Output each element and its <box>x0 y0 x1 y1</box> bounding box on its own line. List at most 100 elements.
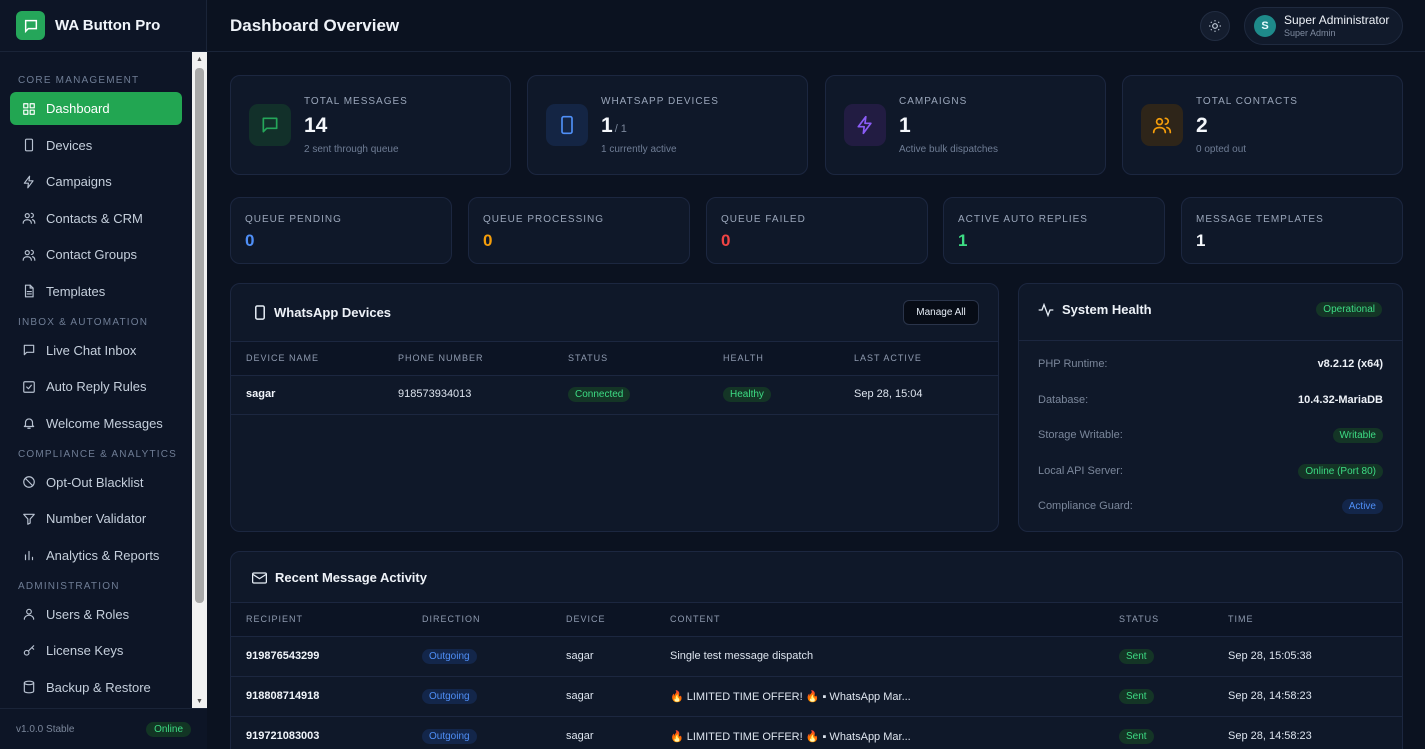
nav-section-title: COMPLIANCE & ANALYTICS <box>18 448 178 460</box>
stat-label: TOTAL CONTACTS <box>1196 96 1298 107</box>
sidebar-item-analytics-reports[interactable]: Analytics & Reports <box>10 539 182 572</box>
sidebar-item-label: Dashboard <box>46 101 110 116</box>
metric-value: 1 <box>958 231 968 250</box>
sidebar-item-backup-restore[interactable]: Backup & Restore <box>10 671 182 704</box>
sidebar-item-label: Contact Groups <box>46 247 138 262</box>
metric-label: QUEUE FAILED <box>721 214 806 225</box>
metric-label: QUEUE PROCESSING <box>483 214 605 225</box>
column-header: CONTENT <box>670 614 721 624</box>
table-row[interactable]: 918808714918 Outgoing sagar 🔥 LIMITED TIME … <box>231 677 1402 717</box>
sidebar-item-opt-out-blacklist[interactable]: Opt-Out Blacklist <box>10 466 182 499</box>
bar-chart-icon <box>24 550 34 561</box>
table-row[interactable]: 919721083003 Outgoing sagar 🔥 LIMITED TIME … <box>231 717 1402 749</box>
column-header: DEVICE <box>566 614 606 624</box>
recipient: 919721083003 <box>246 730 320 742</box>
stat-value: 1 <box>899 114 911 138</box>
sidebar-item-templates[interactable]: Templates <box>10 275 182 308</box>
sidebar-item-auto-reply-rules[interactable]: Auto Reply Rules <box>10 370 182 403</box>
sidebar-item-license-keys[interactable]: License Keys <box>10 634 182 667</box>
sidebar-item-devices[interactable]: Devices <box>10 129 182 162</box>
sidebar-item-contacts-crm[interactable]: Contacts & CRM <box>10 202 182 235</box>
theme-toggle-button[interactable] <box>1200 11 1230 41</box>
stat-number: 1 <box>601 114 613 137</box>
health-label: Storage Writable: <box>1038 429 1123 441</box>
stat-description: 2 sent through queue <box>304 144 399 155</box>
file-icon <box>24 284 34 298</box>
sidebar-item-users-roles[interactable]: Users & Roles <box>10 598 182 631</box>
stat-card-total-messages: TOTAL MESSAGES 14 2 sent through queue <box>230 75 511 175</box>
table-row[interactable]: sagar 918573934013 Connected Healthy Sep… <box>231 375 998 415</box>
nav-section-title: ADMINISTRATION <box>18 580 120 592</box>
stat-icon-box <box>844 104 886 146</box>
sidebar-item-label: Contacts & CRM <box>46 210 143 226</box>
health-value: v8.2.12 (x64) <box>1317 358 1383 370</box>
device-name: sagar <box>246 388 276 400</box>
sidebar-item-label: Analytics & Reports <box>46 547 160 563</box>
system-health-title: System Health <box>1038 302 1152 317</box>
scroll-thumb[interactable] <box>195 68 204 603</box>
sidebar-item-contact-groups[interactable]: Contact Groups <box>10 238 182 271</box>
stat-card-campaigns: CAMPAIGNS 1 Active bulk dispatches <box>825 75 1106 175</box>
users-icon <box>22 212 36 224</box>
scroll-down-arrow-icon[interactable]: ▼ <box>192 694 207 708</box>
stat-value: 2 <box>1196 114 1208 138</box>
sidebar-item-number-validator[interactable]: Number Validator <box>10 502 182 535</box>
stat-number: 1 <box>899 114 911 137</box>
metric-card-message-templates: MESSAGE TEMPLATES 1 <box>1181 197 1403 264</box>
phone-icon <box>24 138 34 152</box>
scroll-up-arrow-icon[interactable]: ▲ <box>192 52 207 66</box>
column-header: TIME <box>1228 614 1254 624</box>
health-status-badge: Online (Port 80) <box>1298 463 1383 479</box>
sidebar-item-label: Devices <box>46 137 93 153</box>
last-active: Sep 28, 15:04 <box>854 388 923 400</box>
operational-status-badge: Operational <box>1316 302 1382 317</box>
column-header: PHONE NUMBER <box>398 353 484 363</box>
metric-value: 0 <box>245 231 255 250</box>
column-header: DIRECTION <box>422 614 481 624</box>
user-name: Super Administrator <box>1284 13 1390 27</box>
sidebar-item-campaigns[interactable]: Campaigns <box>10 165 182 198</box>
direction-badge: Outgoing <box>422 689 477 704</box>
stat-label: TOTAL MESSAGES <box>304 96 408 107</box>
table-row[interactable]: 919876543299 Outgoing sagar Single test mes… <box>231 637 1402 677</box>
column-header: STATUS <box>568 353 609 363</box>
column-header: DEVICE NAME <box>246 353 320 363</box>
column-header: HEALTH <box>723 353 764 363</box>
device-name: sagar <box>566 730 594 742</box>
manage-all-button[interactable]: Manage All <box>903 300 979 325</box>
message-content: Single test message dispatch <box>670 650 814 662</box>
stat-icon-box <box>546 104 588 146</box>
divider <box>1019 340 1402 341</box>
sidebar-nav: CORE MANAGEMENT Dashboard Devices Campaigns… <box>0 52 192 708</box>
recipient: 918808714918 <box>246 690 320 702</box>
database-icon <box>23 680 35 694</box>
devices-panel-title-text: WhatsApp Devices <box>274 305 392 320</box>
phone-icon <box>255 305 265 320</box>
nav-section-title: INBOX & AUTOMATION <box>18 316 149 328</box>
message-content: 🔥 LIMITED TIME OFFER! 🔥 ▪ WhatsApp Mar..… <box>670 691 911 703</box>
user-menu[interactable]: S Super Administrator Super Admin <box>1244 7 1403 45</box>
device-name: sagar <box>566 690 594 702</box>
sidebar-item-live-chat-inbox[interactable]: Live Chat Inbox <box>10 334 182 367</box>
sidebar-item-dashboard[interactable]: Dashboard <box>10 92 182 125</box>
filter-icon <box>23 513 35 525</box>
stat-card-total-contacts: TOTAL CONTACTS 2 0 opted out <box>1122 75 1403 175</box>
stat-value: 1/ 1 <box>601 114 627 138</box>
sidebar-item-label: Templates <box>46 283 106 299</box>
stat-card-whatsapp-devices: WHATSAPP DEVICES 1/ 1 1 currently active <box>527 75 808 175</box>
sidebar-scrollbar[interactable]: ▲ ▼ <box>192 52 207 708</box>
activity-table-header: RECIPIENT DIRECTION DEVICE CONTENT STATU… <box>231 602 1402 637</box>
chat-icon <box>262 117 278 133</box>
sidebar-item-welcome-messages[interactable]: Welcome Messages <box>10 407 182 440</box>
system-health-title-text: System Health <box>1062 302 1152 317</box>
sidebar-item-label: Campaigns <box>46 174 112 189</box>
status-badge: Sent <box>1119 649 1154 664</box>
metric-value: 0 <box>721 231 731 250</box>
users-icon <box>22 249 36 261</box>
sun-icon <box>1209 20 1221 32</box>
stat-icon-box <box>1141 104 1183 146</box>
column-header: LAST ACTIVE <box>854 353 922 363</box>
stat-number: 2 <box>1196 114 1208 137</box>
sidebar-item-label: Live Chat Inbox <box>46 342 137 358</box>
sidebar-item-label: Backup & Restore <box>46 679 151 695</box>
